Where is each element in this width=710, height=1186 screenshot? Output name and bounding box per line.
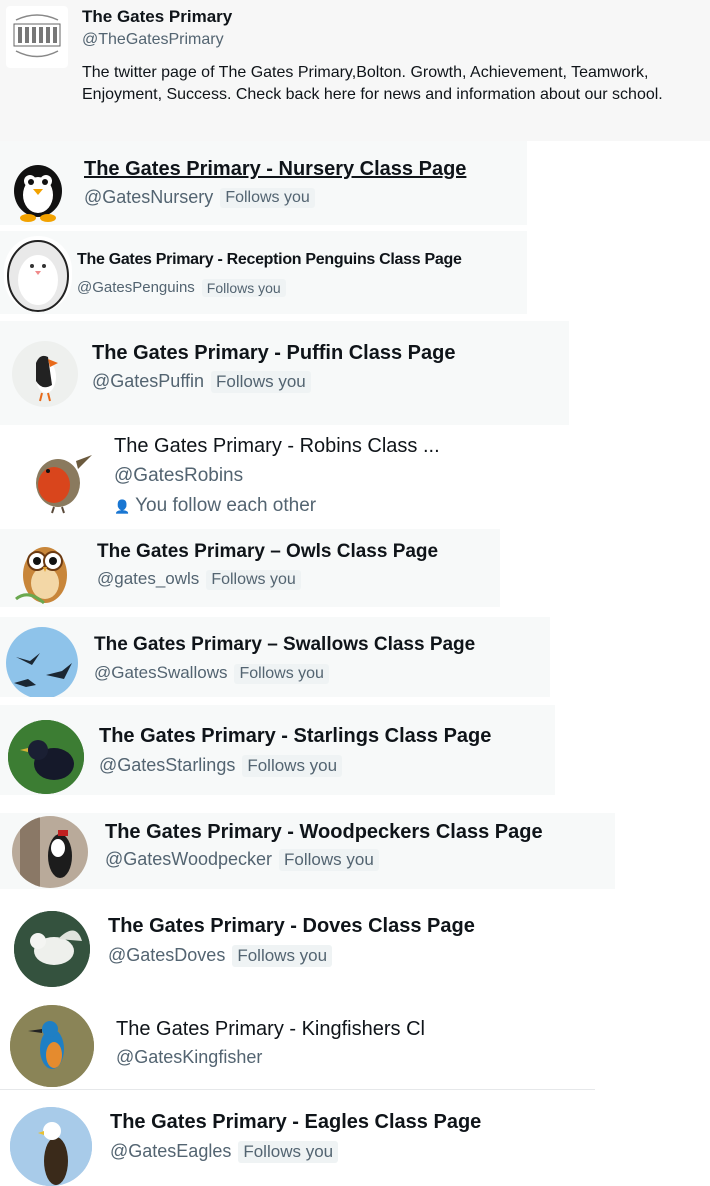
account-handle[interactable]: @GatesRobins: [114, 465, 243, 487]
woodpecker-icon: [12, 816, 88, 888]
account-handle: @GatesNursery Follows you: [84, 187, 315, 209]
handle-text[interactable]: @GatesDoves: [108, 945, 225, 965]
profile-header-card[interactable]: The Gates Primary @TheGatesPrimary The t…: [0, 0, 710, 141]
dove-icon: [14, 911, 90, 987]
school-logo-icon: [6, 6, 68, 68]
account-name[interactable]: The Gates Primary - Reception Penguins C…: [77, 251, 462, 269]
account-card-robins[interactable]: The Gates Primary - Robins Class ... @Ga…: [0, 425, 569, 525]
handle-text[interactable]: @GatesNursery: [84, 187, 213, 207]
account-card-kingfishers[interactable]: The Gates Primary - Kingfishers Cl @Gate…: [0, 997, 595, 1090]
follows-you-badge: Follows you: [242, 755, 343, 778]
account-name[interactable]: The Gates Primary – Swallows Class Page: [94, 634, 475, 656]
owl-icon: [14, 537, 76, 607]
account-card-puffin[interactable]: The Gates Primary - Puffin Class Page @G…: [0, 321, 569, 425]
account-name[interactable]: The Gates Primary - Woodpeckers Class Pa…: [105, 821, 543, 844]
kingfisher-icon: [10, 1005, 94, 1087]
account-card-penguins[interactable]: The Gates Primary - Reception Penguins C…: [0, 231, 527, 314]
account-name[interactable]: The Gates Primary - Kingfishers Cl: [116, 1018, 425, 1041]
account-handle: @GatesSwallows Follows you: [94, 663, 329, 684]
eagle-icon: [10, 1107, 92, 1186]
account-name[interactable]: The Gates Primary - Doves Class Page: [108, 915, 475, 938]
account-name[interactable]: The Gates Primary - Starlings Class Page: [99, 725, 491, 748]
swallow-icon: [6, 627, 78, 697]
account-card-starlings[interactable]: The Gates Primary - Starlings Class Page…: [0, 705, 555, 795]
account-handle: @GatesDoves Follows you: [108, 945, 333, 968]
account-name[interactable]: The Gates Primary - Puffin Class Page: [92, 342, 455, 365]
account-card-owls[interactable]: The Gates Primary – Owls Class Page @gat…: [0, 529, 500, 607]
handle-text[interactable]: @GatesWoodpecker: [105, 849, 272, 869]
follows-you-badge: Follows you: [201, 279, 286, 298]
account-card-nursery[interactable]: The Gates Primary - Nursery Class Page @…: [0, 141, 527, 225]
handle-text[interactable]: @GatesPenguins: [77, 279, 195, 296]
account-handle: @GatesPenguins Follows you: [77, 279, 286, 298]
handle-text[interactable]: @GatesPuffin: [92, 371, 204, 391]
starling-icon: [8, 720, 84, 794]
robin-icon: [18, 435, 96, 515]
handle-text[interactable]: @GatesSwallows: [94, 663, 227, 682]
follows-you-badge: Follows you: [220, 188, 315, 209]
account-card-swallows[interactable]: The Gates Primary – Swallows Class Page …: [0, 617, 550, 697]
mutual-follow-label: 👤 You follow each other: [114, 495, 317, 516]
account-handle: @GatesStarlings Follows you: [99, 755, 343, 778]
follows-you-badge: Follows you: [238, 1141, 339, 1164]
account-card-woodpeckers[interactable]: The Gates Primary - Woodpeckers Class Pa…: [0, 813, 615, 889]
account-name[interactable]: The Gates Primary – Owls Class Page: [97, 541, 438, 563]
handle-text[interactable]: @gates_owls: [97, 569, 199, 588]
follows-you-badge: Follows you: [279, 849, 379, 872]
account-handle: @GatesEagles Follows you: [110, 1141, 339, 1164]
account-card-doves[interactable]: The Gates Primary - Doves Class Page @Ga…: [0, 905, 560, 989]
account-name[interactable]: The Gates Primary - Robins Class ...: [114, 435, 440, 458]
account-card-eagles[interactable]: The Gates Primary - Eagles Class Page @G…: [0, 1099, 610, 1186]
puffin-icon: [12, 341, 78, 407]
follows-you-badge: Follows you: [211, 371, 311, 394]
person-icon: 👤: [114, 499, 131, 514]
handle-text[interactable]: @GatesStarlings: [99, 755, 235, 775]
follows-you-badge: Follows you: [206, 569, 301, 590]
handle-text[interactable]: @GatesEagles: [110, 1141, 231, 1161]
account-handle: @GatesPuffin Follows you: [92, 371, 311, 394]
account-handle: @GatesWoodpecker Follows you: [105, 849, 379, 872]
profile-name[interactable]: The Gates Primary: [82, 7, 232, 27]
penguin-icon: [4, 155, 74, 225]
account-name[interactable]: The Gates Primary - Nursery Class Page: [84, 158, 466, 181]
account-handle: @gates_owls Follows you: [97, 569, 301, 590]
account-name[interactable]: The Gates Primary - Eagles Class Page: [110, 1111, 481, 1134]
follows-you-badge: Follows you: [232, 945, 333, 968]
follows-you-badge: Follows you: [234, 663, 329, 684]
profile-bio: The twitter page of The Gates Primary,Bo…: [82, 64, 663, 103]
penguin-icon: [4, 236, 72, 312]
account-handle[interactable]: @GatesKingfisher: [116, 1047, 262, 1068]
profile-handle[interactable]: @TheGatesPrimary: [82, 31, 224, 49]
